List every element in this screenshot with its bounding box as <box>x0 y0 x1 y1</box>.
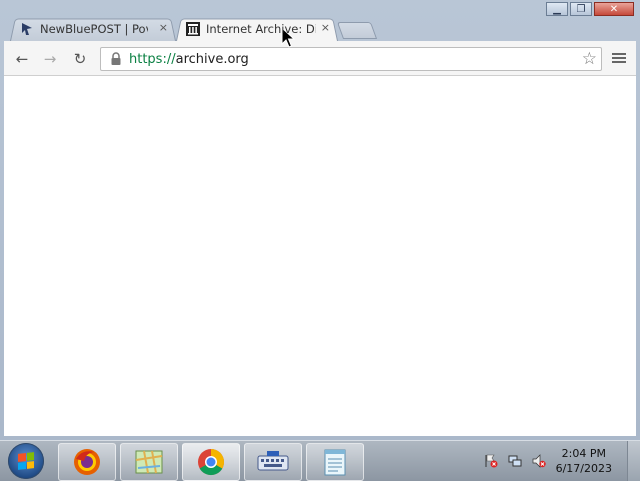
windows-logo-icon <box>18 452 34 470</box>
minimize-button[interactable]: ▁ <box>546 2 568 16</box>
tab-close-icon[interactable]: × <box>321 21 330 34</box>
chrome-icon <box>198 449 225 476</box>
window-controls: ▁ ❐ ✕ <box>546 2 634 16</box>
address-bar[interactable]: https://archive.org ☆ <box>100 47 602 71</box>
tab-close-icon[interactable]: × <box>159 21 168 34</box>
tab-title: Internet Archive: Dig <box>206 22 316 36</box>
close-window-button[interactable]: ✕ <box>594 2 634 16</box>
back-arrow-icon[interactable]: ← <box>12 49 32 69</box>
archive-favicon-icon <box>186 22 200 36</box>
keyboard-icon <box>257 451 289 471</box>
lock-icon <box>109 51 123 67</box>
taskbar: 2:04 PM 6/17/2023 <box>0 440 640 481</box>
taskbar-keyboard[interactable] <box>244 443 302 481</box>
tab-title: NewBluePOST | Pov <box>40 22 148 36</box>
taskbar-firefox[interactable] <box>58 443 116 481</box>
tab-internet-archive[interactable]: Internet Archive: Dig × <box>176 17 338 41</box>
forward-arrow-icon[interactable]: → <box>40 49 60 69</box>
tab-newbluepost[interactable]: NewBluePOST | Pov × <box>10 17 176 41</box>
system-clock[interactable]: 2:04 PM 6/17/2023 <box>556 446 612 476</box>
taskbar-notepad[interactable] <box>306 443 364 481</box>
menu-icon[interactable] <box>612 51 626 65</box>
start-button[interactable] <box>8 443 44 479</box>
flag-alert-icon[interactable] <box>484 454 498 468</box>
maps-icon <box>135 450 163 474</box>
maximize-button[interactable]: ❐ <box>570 2 592 16</box>
taskbar-chrome[interactable] <box>182 443 240 481</box>
notepad-icon <box>324 449 346 476</box>
new-tab-button[interactable] <box>336 22 378 39</box>
bookmark-star-icon[interactable]: ☆ <box>582 49 597 69</box>
reload-icon[interactable]: ↻ <box>70 49 90 69</box>
clock-time: 2:04 PM <box>561 447 606 460</box>
newblue-favicon-icon <box>20 22 34 36</box>
page-content <box>4 76 636 436</box>
url-text: https://archive.org <box>129 52 249 67</box>
browser-toolbar: ← → ↻ https://archive.org ☆ <box>4 41 636 76</box>
network-icon[interactable] <box>508 454 522 468</box>
volume-muted-icon[interactable] <box>532 454 546 468</box>
url-scheme: https:// <box>129 51 176 67</box>
url-host: archive.org <box>175 51 249 67</box>
taskbar-maps[interactable] <box>120 443 178 481</box>
firefox-icon <box>74 449 100 475</box>
clock-date: 6/17/2023 <box>555 462 612 475</box>
show-desktop-button[interactable] <box>627 441 640 481</box>
browser-window-frame: ▁ ❐ ✕ NewBluePOST | Pov × Internet Archi… <box>0 0 640 440</box>
